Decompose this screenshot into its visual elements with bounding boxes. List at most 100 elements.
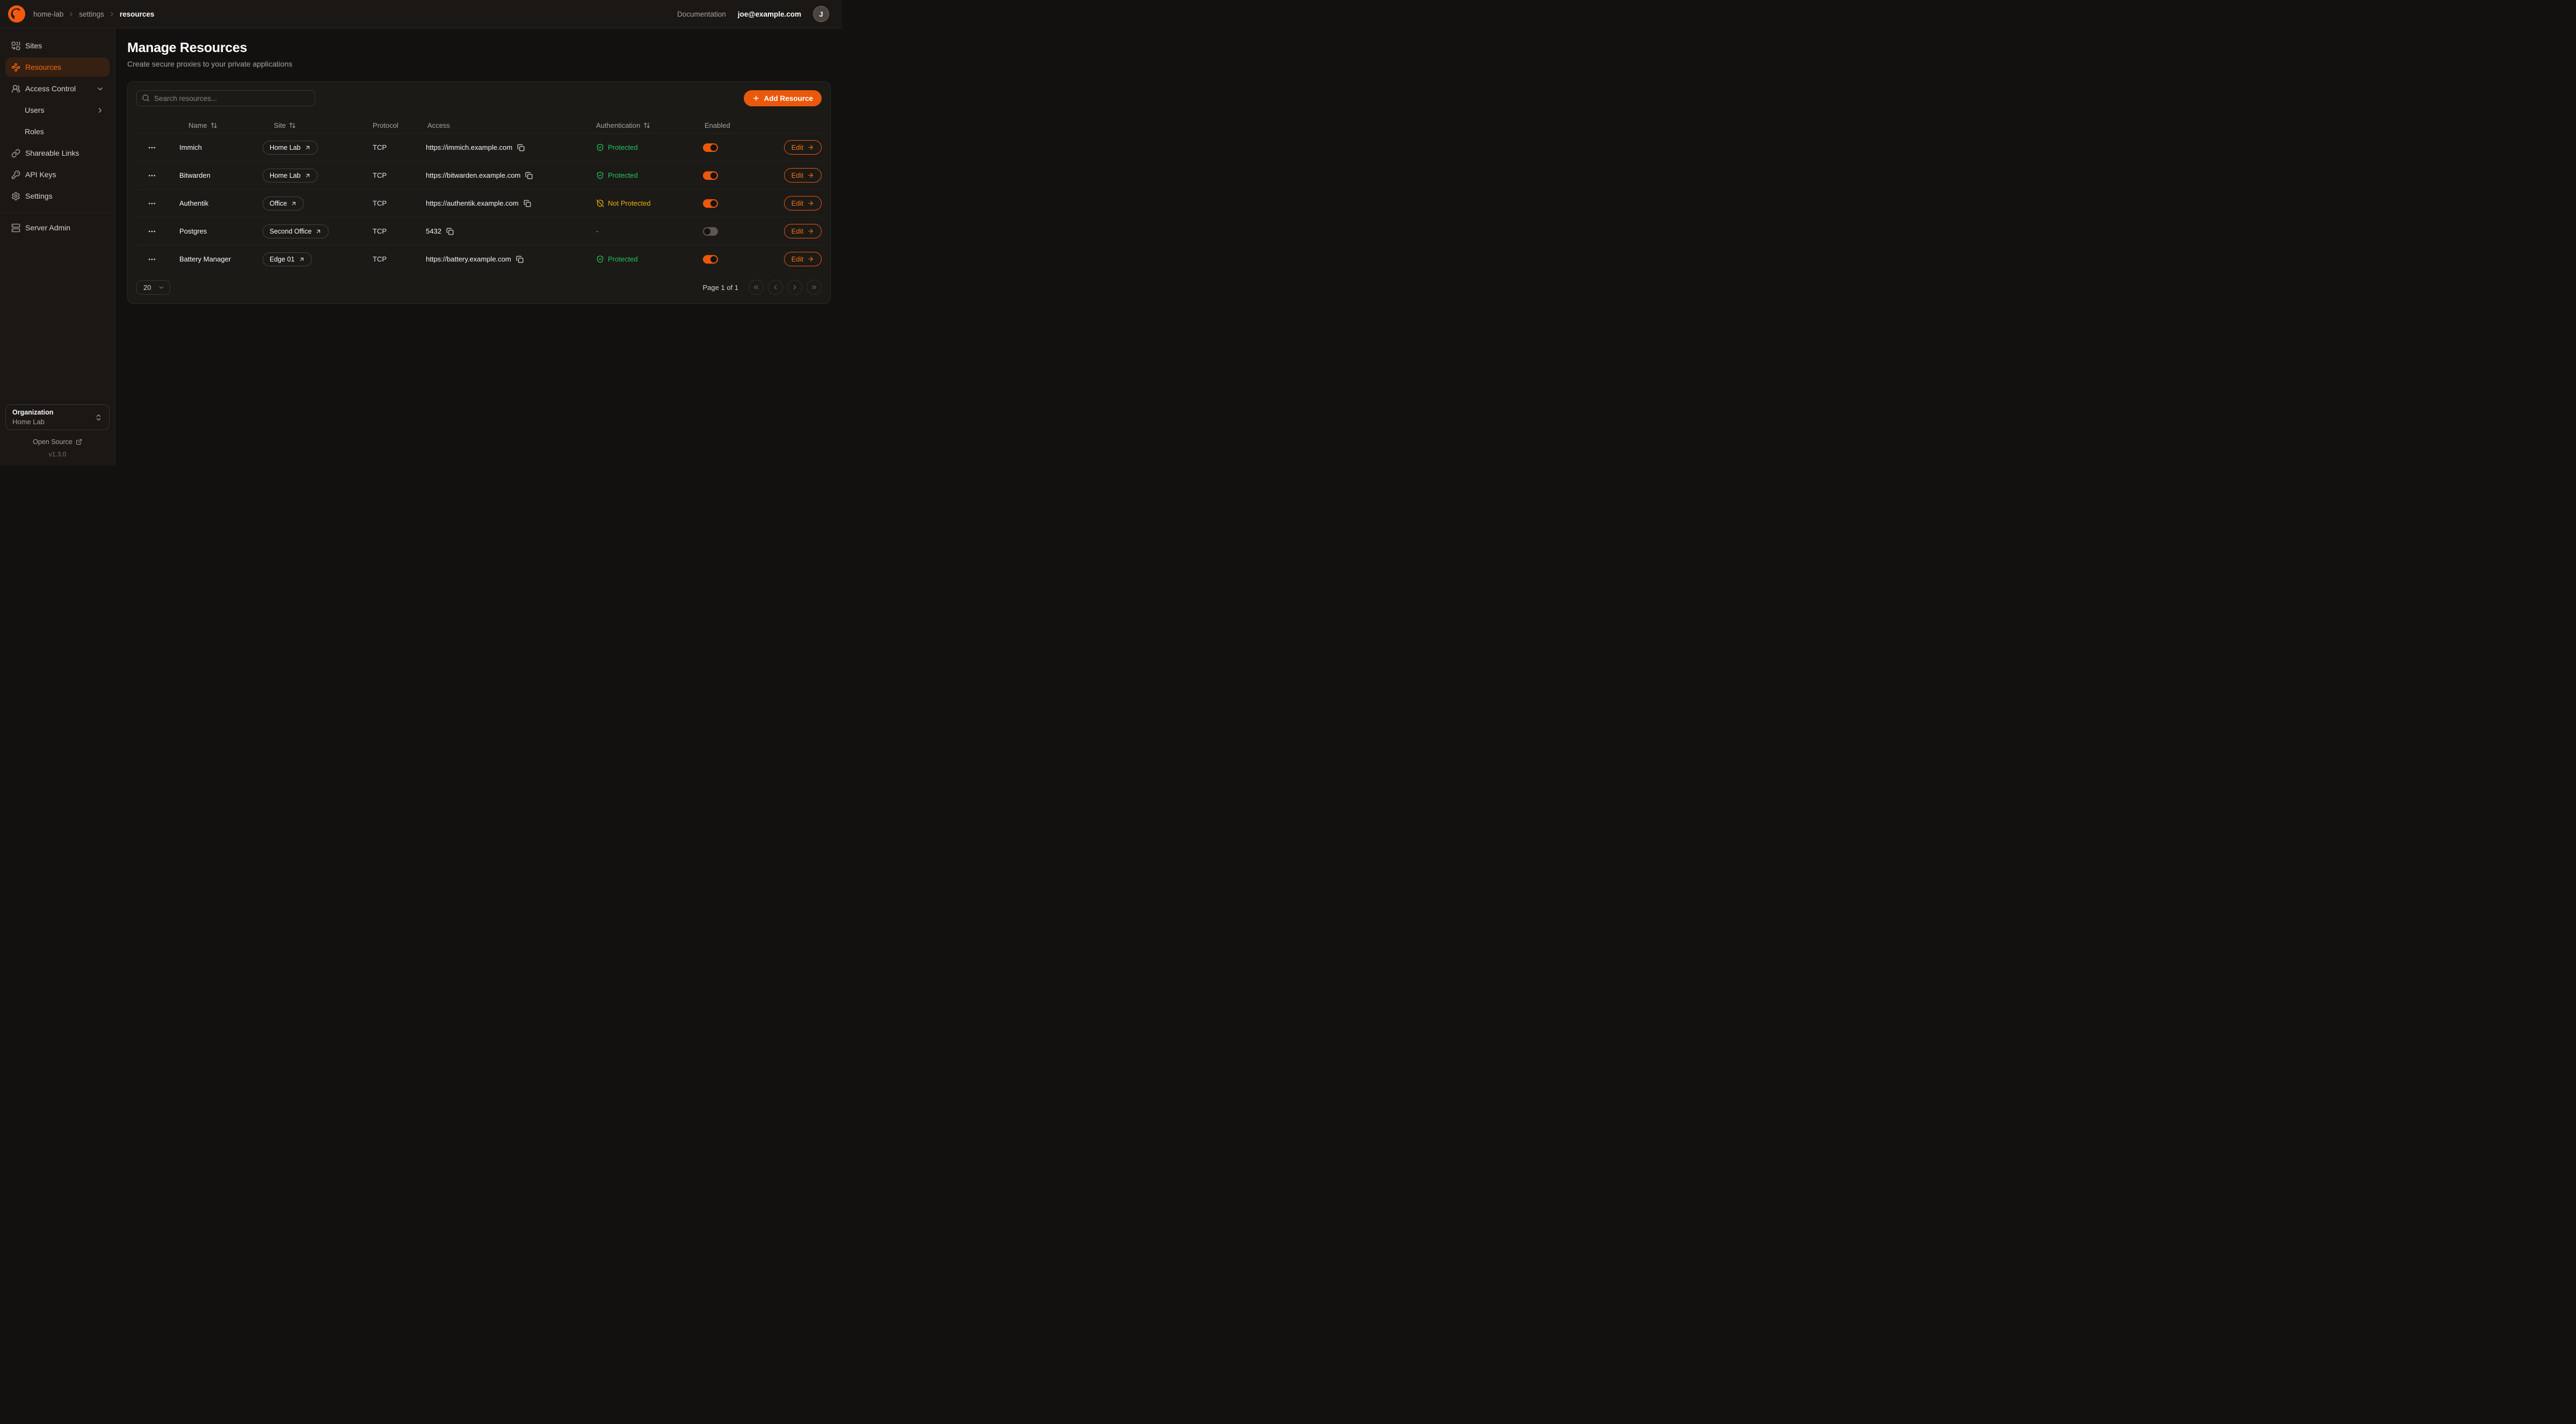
last-page-button[interactable] bbox=[807, 280, 822, 295]
open-source-link[interactable]: Open Source bbox=[5, 438, 110, 446]
user-email: joe@example.com bbox=[738, 10, 801, 18]
sidebar-item-api-keys[interactable]: API Keys bbox=[5, 165, 110, 184]
external-link-icon bbox=[76, 439, 82, 445]
header-name[interactable]: Name bbox=[179, 121, 263, 129]
edit-button[interactable]: Edit bbox=[784, 196, 822, 210]
previous-page-button[interactable] bbox=[768, 280, 783, 295]
enabled-toggle[interactable] bbox=[703, 143, 718, 152]
documentation-link[interactable]: Documentation bbox=[677, 10, 726, 18]
edit-button[interactable]: Edit bbox=[784, 140, 822, 155]
enabled-toggle[interactable] bbox=[703, 227, 718, 236]
topbar: home-lab settings resources Documentatio… bbox=[0, 0, 842, 28]
copy-icon bbox=[517, 144, 525, 151]
enabled-toggle[interactable] bbox=[703, 255, 718, 264]
site-link-button[interactable]: Home Lab bbox=[263, 169, 318, 183]
pangolin-logo[interactable] bbox=[8, 5, 26, 23]
arrow-up-right-icon bbox=[291, 200, 297, 207]
sidebar-item-label: Settings bbox=[25, 192, 53, 200]
ellipsis-icon bbox=[148, 143, 156, 152]
sidebar-item-shareable-links[interactable]: Shareable Links bbox=[5, 143, 110, 163]
site-link-button[interactable]: Home Lab bbox=[263, 141, 318, 155]
organization-selector[interactable]: Organization Home Lab bbox=[5, 404, 110, 430]
organization-label: Organization bbox=[12, 409, 53, 416]
next-page-button[interactable] bbox=[787, 280, 802, 295]
edit-button[interactable]: Edit bbox=[784, 252, 822, 266]
version-label: v1.3.0 bbox=[5, 451, 110, 458]
auth-badge: Not Protected bbox=[596, 199, 703, 207]
user-avatar[interactable]: J bbox=[813, 6, 829, 22]
arrow-up-right-icon bbox=[315, 228, 322, 235]
resource-access-url: 5432 bbox=[426, 227, 441, 235]
ellipsis-icon bbox=[148, 227, 156, 236]
row-actions-button[interactable] bbox=[136, 199, 179, 208]
row-actions-button[interactable] bbox=[136, 171, 179, 180]
chevrons-right-icon bbox=[810, 284, 818, 291]
sidebar-item-access-control[interactable]: Access Control bbox=[5, 79, 110, 98]
enabled-toggle[interactable] bbox=[703, 199, 718, 208]
edit-button[interactable]: Edit bbox=[784, 224, 822, 238]
header-site[interactable]: Site bbox=[263, 121, 373, 129]
sidebar-item-resources[interactable]: Resources bbox=[5, 57, 110, 77]
sidebar-item-users[interactable]: Users bbox=[5, 100, 110, 120]
toggle-knob bbox=[710, 256, 717, 263]
table-body: Immich Home Lab TCP https://immich.examp… bbox=[136, 133, 822, 273]
row-actions-button[interactable] bbox=[136, 227, 179, 236]
edit-button[interactable]: Edit bbox=[784, 168, 822, 183]
copy-button[interactable] bbox=[517, 144, 525, 151]
row-actions-button[interactable] bbox=[136, 255, 179, 264]
header-access: Access bbox=[426, 121, 596, 129]
site-link-button[interactable]: Edge 01 bbox=[263, 252, 312, 266]
sidebar-item-label: Shareable Links bbox=[25, 149, 79, 157]
sidebar-item-label: Roles bbox=[25, 127, 44, 136]
open-source-label: Open Source bbox=[33, 438, 72, 446]
copy-button[interactable] bbox=[525, 172, 533, 179]
sidebar-item-label: Sites bbox=[25, 41, 42, 50]
sidebar-item-label: Users bbox=[25, 106, 45, 114]
chevrons-up-down-icon bbox=[95, 413, 103, 422]
edit-label: Edit bbox=[792, 199, 803, 207]
chevron-down-icon bbox=[158, 284, 165, 291]
resource-access-url: https://authentik.example.com bbox=[426, 199, 519, 207]
ellipsis-icon bbox=[148, 255, 156, 264]
breadcrumb-settings[interactable]: settings bbox=[79, 10, 104, 18]
page-info: Page 1 of 1 bbox=[703, 284, 739, 292]
sidebar-item-roles[interactable]: Roles bbox=[5, 122, 110, 141]
add-resource-button[interactable]: Add Resource bbox=[744, 90, 822, 106]
page-size-select[interactable]: 20 bbox=[136, 280, 170, 295]
breadcrumb-resources[interactable]: resources bbox=[120, 10, 155, 18]
breadcrumb-org[interactable]: home-lab bbox=[33, 10, 63, 18]
edit-label: Edit bbox=[792, 255, 803, 263]
copy-button[interactable] bbox=[524, 200, 531, 207]
plus-icon bbox=[752, 95, 760, 102]
enabled-toggle[interactable] bbox=[703, 171, 718, 180]
copy-button[interactable] bbox=[446, 228, 454, 235]
sidebar-item-settings[interactable]: Settings bbox=[5, 186, 110, 206]
users-icon bbox=[11, 84, 20, 93]
site-name: Home Lab bbox=[270, 172, 301, 179]
chevron-right-icon bbox=[791, 284, 799, 291]
auth-status-label: Not Protected bbox=[608, 199, 651, 207]
site-link-button[interactable]: Second Office bbox=[263, 224, 329, 238]
search-input[interactable] bbox=[136, 90, 315, 106]
copy-button[interactable] bbox=[516, 256, 524, 263]
ellipsis-icon bbox=[148, 199, 156, 208]
ellipsis-icon bbox=[148, 171, 156, 180]
sidebar-item-server-admin[interactable]: Server Admin bbox=[5, 218, 110, 237]
sidebar-item-sites[interactable]: Sites bbox=[5, 36, 110, 55]
arrow-up-right-icon bbox=[299, 256, 305, 263]
resource-name: Immich bbox=[179, 143, 263, 151]
arrow-right-icon bbox=[807, 228, 814, 235]
arrow-right-icon bbox=[807, 144, 814, 151]
site-link-button[interactable]: Office bbox=[263, 197, 304, 210]
sidebar-item-label: API Keys bbox=[25, 170, 56, 179]
row-actions-button[interactable] bbox=[136, 143, 179, 152]
arrow-up-right-icon bbox=[304, 172, 311, 179]
table-row: Battery Manager Edge 01 TCP https://batt… bbox=[136, 245, 822, 273]
resource-access-url: https://battery.example.com bbox=[426, 255, 511, 263]
sort-icon bbox=[643, 122, 650, 129]
first-page-button[interactable] bbox=[749, 280, 764, 295]
auth-badge: Protected bbox=[596, 143, 703, 151]
header-enabled: Enabled bbox=[703, 121, 777, 129]
pagination-bar: 20 Page 1 of 1 bbox=[136, 280, 822, 295]
header-authentication[interactable]: Authentication bbox=[596, 121, 703, 129]
